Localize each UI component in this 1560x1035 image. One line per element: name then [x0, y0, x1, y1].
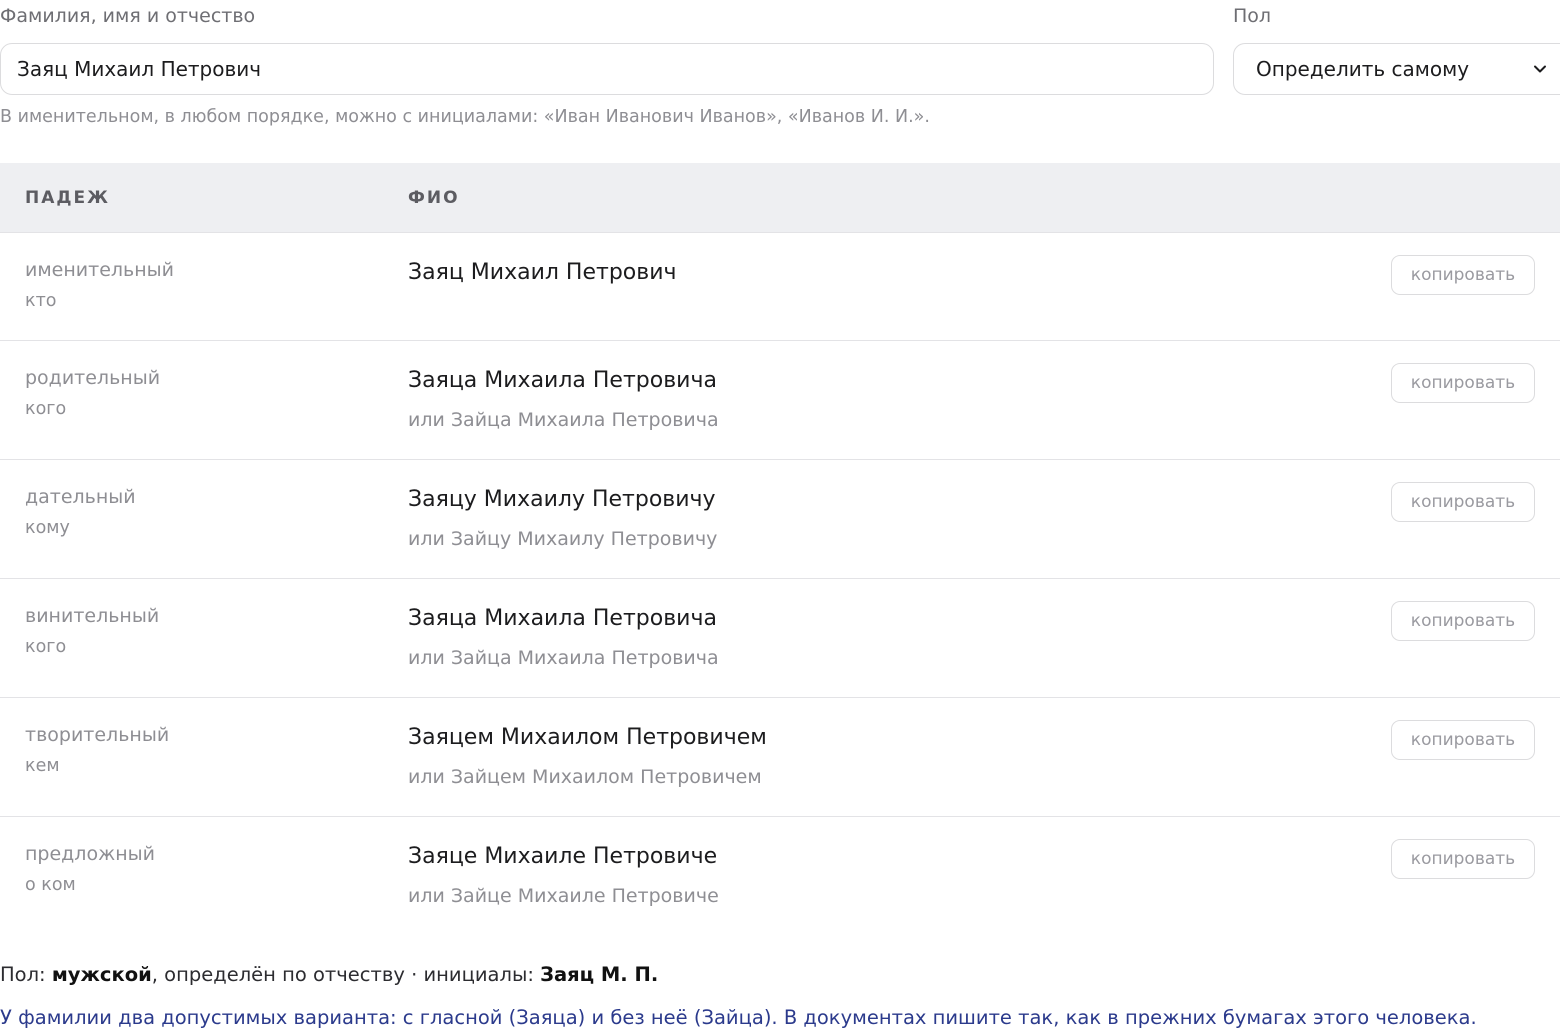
- fio-alternative: или Зайца Михаила Петровича: [408, 409, 719, 431]
- name-input[interactable]: [0, 43, 1214, 95]
- fio-main: Заяцем Михаилом Петровичем: [408, 725, 767, 750]
- fio-main: Заяце Михаиле Петровиче: [408, 844, 718, 869]
- summary-gender-prefix: Пол:: [0, 963, 46, 986]
- fio-alternative: или Зайце Михаиле Петровиче: [408, 885, 719, 907]
- case-name: винительный: [25, 605, 160, 627]
- table-row: предложный о ком Заяце Михаиле Петровиче…: [0, 817, 1560, 936]
- fio-alternative: или Зайцем Михаилом Петровичем: [408, 766, 762, 788]
- table-header: ПАДЕЖ ФИО: [0, 163, 1560, 233]
- case-question: кого: [25, 399, 67, 419]
- case-name: именительный: [25, 259, 175, 281]
- table-row: именительный кто Заяц Михаил Петрович ко…: [0, 233, 1560, 341]
- table-row: винительный кого Заяца Михаила Петровича…: [0, 579, 1560, 698]
- case-question: кому: [25, 518, 70, 538]
- copy-button[interactable]: копировать: [1391, 482, 1535, 522]
- column-header-fio: ФИО: [408, 188, 460, 208]
- chevron-down-icon: [1532, 61, 1548, 77]
- case-question: кто: [25, 291, 57, 311]
- case-question: кого: [25, 637, 67, 657]
- copy-button[interactable]: копировать: [1391, 363, 1535, 403]
- column-header-case: ПАДЕЖ: [25, 188, 110, 208]
- case-name: родительный: [25, 367, 161, 389]
- gender-select[interactable]: Определить самому: [1233, 43, 1560, 95]
- case-question: кем: [25, 756, 60, 776]
- case-name: дательный: [25, 486, 136, 508]
- name-hint: В именительном, в любом порядке, можно с…: [0, 107, 930, 127]
- declension-table: ПАДЕЖ ФИО именительный кто Заяц Михаил П…: [0, 163, 1560, 936]
- summary-initials: Заяц М. П.: [540, 963, 659, 986]
- copy-button[interactable]: копировать: [1391, 601, 1535, 641]
- fio-main: Заяцу Михаилу Петровичу: [408, 487, 716, 512]
- fio-main: Заяц Михаил Петрович: [408, 260, 677, 285]
- gender-field-label: Пол: [1233, 5, 1272, 27]
- gender-select-value: Определить самому: [1256, 57, 1470, 81]
- table-row: творительный кем Заяцем Михаилом Петрови…: [0, 698, 1560, 817]
- fio-main: Заяца Михаила Петровича: [408, 368, 717, 393]
- summary-determined-text: , определён по отчеству · инициалы:: [151, 963, 534, 986]
- table-row: родительный кого Заяца Михаила Петровича…: [0, 341, 1560, 460]
- surname-variants-note: У фамилии два допустимых варианта: с гла…: [0, 1006, 1477, 1029]
- fio-main: Заяца Михаила Петровича: [408, 606, 717, 631]
- copy-button[interactable]: копировать: [1391, 720, 1535, 760]
- case-question: о ком: [25, 875, 76, 895]
- fio-alternative: или Зайцу Михаилу Петровичу: [408, 528, 718, 550]
- result-summary: Пол: мужской, определён по отчеству · ин…: [0, 963, 658, 986]
- fio-alternative: или Зайца Михаила Петровича: [408, 647, 719, 669]
- table-row: дательный кому Заяцу Михаилу Петровичу и…: [0, 460, 1560, 579]
- copy-button[interactable]: копировать: [1391, 839, 1535, 879]
- name-field-label: Фамилия, имя и отчество: [0, 5, 256, 27]
- summary-gender-value: мужской: [51, 963, 152, 986]
- case-name: предложный: [25, 843, 155, 865]
- copy-button[interactable]: копировать: [1391, 255, 1535, 295]
- case-name: творительный: [25, 724, 170, 746]
